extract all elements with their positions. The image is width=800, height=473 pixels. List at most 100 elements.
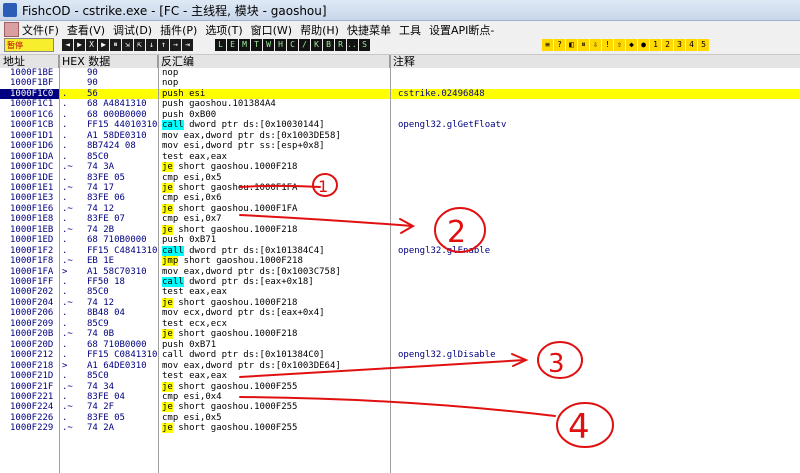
table-row[interactable]: 1000F221. 83FE 04 cmp esi,0x4 [0, 392, 800, 402]
table-row[interactable]: 1000F1F8 .~ EB 1E jmp short gaoshou.1000F21… [0, 256, 800, 267]
toolbar-button[interactable]: ◄ [62, 39, 73, 51]
toolbar-button[interactable]: ◧ [566, 39, 577, 51]
table-row[interactable]: 1000F1C6. 68 000B0000 push 0xB00 [0, 110, 800, 120]
toolbar-button[interactable]: 4 [686, 39, 697, 51]
toolbar-button[interactable]: K [311, 39, 322, 51]
table-row[interactable]: 1000F1EB .~ 74 2B je short gaoshou.1000F218 [0, 224, 800, 235]
menu-item[interactable]: 快捷菜单 [347, 24, 391, 37]
table-row[interactable]: 1000F1E8. 83FE 07 cmp esi,0x7 [0, 214, 800, 224]
toolbar-button[interactable]: ⇱ [134, 39, 145, 51]
toolbar-button[interactable]: ⇧ [614, 39, 625, 51]
col-comment[interactable]: 注释 [390, 55, 800, 68]
table-row[interactable]: 1000F20B .~ 74 0B je short gaoshou.1000F218 [0, 329, 800, 340]
table-row[interactable]: 1000F1DC .~ 74 3A je short gaoshou.1000F218 [0, 162, 800, 173]
table-row[interactable]: 1000F1C0. 56 push esi cstrike.02496848 [0, 88, 800, 100]
toolbar-button[interactable]: L [215, 39, 226, 51]
hex-cell: 68 A4841310 [87, 99, 147, 110]
toolbar-button[interactable]: ◆ [626, 39, 637, 51]
menu-item[interactable]: 工具 [399, 24, 421, 37]
table-row[interactable]: 1000F1D6. 8B7424 08 mov esi,dword ptr ss:[… [0, 141, 800, 151]
table-row[interactable]: 1000F1BE 90 nop [0, 68, 800, 78]
toolbar-button[interactable]: R [335, 39, 346, 51]
table-row[interactable]: 1000F206. 8B48 04 mov ecx,dword ptr ds:[ea… [0, 308, 800, 318]
menu-item[interactable]: 查看(V) [67, 24, 105, 37]
table-row[interactable]: 1000F1FF. FF50 18 call dword ptr ds:[eax+0… [0, 277, 800, 287]
table-row[interactable]: 1000F1E1 .~ 74 17 je short gaoshou.1000F1FA [0, 182, 800, 193]
mnemonic-highlight: je [162, 224, 173, 235]
table-row[interactable]: 1000F202. 85C0 test eax,eax [0, 287, 800, 297]
table-row[interactable]: 1000F1CB. FF15 44010310 call dword ptr ds:… [0, 120, 800, 131]
hex-cell: 74 2A [87, 423, 115, 434]
toolbar-button[interactable]: ▶ [98, 39, 109, 51]
table-row[interactable]: 1000F218 > A1 64DE0310 mov eax,dword ptr ds… [0, 361, 800, 371]
table-row[interactable]: 1000F226. 83FE 05 cmp esi,0x5 [0, 413, 800, 423]
toolbar-button[interactable]: S [359, 39, 370, 51]
table-row[interactable]: 1000F1ED. 68 710B0000 push 0xB71 [0, 235, 800, 245]
table-row[interactable]: 1000F20D. 68 710B0000 push 0xB71 [0, 340, 800, 350]
menu-item[interactable]: 插件(P) [160, 24, 197, 37]
table-row[interactable]: 1000F204 .~ 74 12 je short gaoshou.1000F218 [0, 297, 800, 308]
menu-item[interactable]: 帮助(H) [300, 24, 339, 37]
toolbar-button[interactable]: 2 [662, 39, 673, 51]
toolbar-button[interactable]: X [86, 39, 97, 51]
toolbar-button[interactable]: ⇩ [590, 39, 601, 51]
col-disasm[interactable]: 反汇编 [158, 55, 390, 68]
toolbar-button[interactable]: ↓ [146, 39, 157, 51]
toolbar-button[interactable]: ⏸ [110, 39, 121, 51]
toolbar-button[interactable]: 3 [674, 39, 685, 51]
toolbar-button[interactable]: B [323, 39, 334, 51]
table-row[interactable]: 1000F1DE. 83FE 05 cmp esi,0x5 [0, 173, 800, 183]
comment-cell [398, 131, 798, 141]
jump-marker: . [62, 99, 68, 110]
address-cell: 1000F202 [10, 287, 54, 298]
toolbar-button[interactable]: ● [638, 39, 649, 51]
toolbar-button[interactable]: ▶ [74, 39, 85, 51]
toolbar-button[interactable]: ⇲ [122, 39, 133, 51]
toolbar-button[interactable]: ↑ [158, 39, 169, 51]
table-row[interactable]: 1000F1DA. 85C0 test eax,eax [0, 152, 800, 162]
menu-item[interactable]: 调试(D) [113, 24, 152, 37]
table-row[interactable]: 1000F224 .~ 74 2F je short gaoshou.1000F255 [0, 402, 800, 413]
toolbar-button[interactable]: 5 [698, 39, 709, 51]
table-row[interactable]: 1000F229 .~ 74 2A je short gaoshou.1000F255 [0, 423, 800, 434]
toolbar-button[interactable]: ⇥ [182, 39, 193, 51]
toolbar-button[interactable]: T [251, 39, 262, 51]
table-row[interactable]: 1000F209. 85C9 test ecx,ecx [0, 319, 800, 329]
toolbar-button[interactable]: ⏸ [578, 39, 589, 51]
menu-item[interactable]: 文件(F) [22, 24, 59, 37]
address-cell: 1000F218 [10, 360, 54, 371]
toolbar-button[interactable]: H [275, 39, 286, 51]
toolbar-button[interactable]: 1 [650, 39, 661, 51]
table-row[interactable]: 1000F1C1. 68 A4841310 push gaoshou.101384A… [0, 99, 800, 109]
table-row[interactable]: 1000F1E6 .~ 74 12 je short gaoshou.1000F1FA [0, 203, 800, 214]
col-address[interactable]: 地址 [0, 55, 59, 68]
table-row[interactable]: 1000F1D1. A1 58DE0310 mov eax,dword ptr ds… [0, 131, 800, 141]
table-row[interactable]: 1000F1F2. FF15 C4841310 call dword ptr ds:… [0, 245, 800, 256]
menu-item[interactable]: 选项(T) [205, 24, 242, 37]
address-cell: 1000F226 [10, 412, 54, 423]
table-row[interactable]: 1000F212. FF15 C0841310 call dword ptr ds:… [0, 350, 800, 360]
toolbar-button[interactable]: ≡ [542, 39, 553, 51]
mnemonic-highlight: je [162, 423, 173, 434]
table-row[interactable]: 1000F1E3. 83FE 06 cmp esi,0x6 [0, 193, 800, 203]
table-row[interactable]: 1000F21D. 85C0 test eax,eax [0, 371, 800, 381]
table-row[interactable]: 1000F1FA > A1 58C70310 mov eax,dword ptr ds… [0, 267, 800, 277]
toolbar-button[interactable]: ! [602, 39, 613, 51]
col-hex[interactable]: HEX 数据 [59, 55, 158, 68]
toolbar-button[interactable]: M [239, 39, 250, 51]
toolbar-button[interactable]: ... [347, 39, 361, 51]
disassembly-pane[interactable]: 1000F1BE 90 nop 1000F1BF 90 nop 1000F1C0. 56 pus… [0, 68, 800, 473]
menu-item[interactable]: 设置API断点- [429, 24, 494, 37]
toolbar-button[interactable]: → [170, 39, 181, 51]
toolbar-button[interactable]: C [287, 39, 298, 51]
toolbar-button[interactable]: / [299, 39, 310, 51]
toolbar-button[interactable]: ? [554, 39, 565, 51]
toolbar-button[interactable]: W [263, 39, 274, 51]
operands: cmp esi,0x4 [162, 391, 222, 402]
table-row[interactable]: 1000F1BF 90 nop [0, 78, 800, 88]
table-row[interactable]: 1000F21F .~ 74 34 je short gaoshou.1000F255 [0, 381, 800, 392]
toolbar-button[interactable]: E [227, 39, 238, 51]
menu-item[interactable]: 窗口(W) [251, 24, 292, 37]
hex-cell: 83FE 05 [87, 412, 125, 423]
comment-cell: opengl32.glEnable [398, 245, 491, 256]
